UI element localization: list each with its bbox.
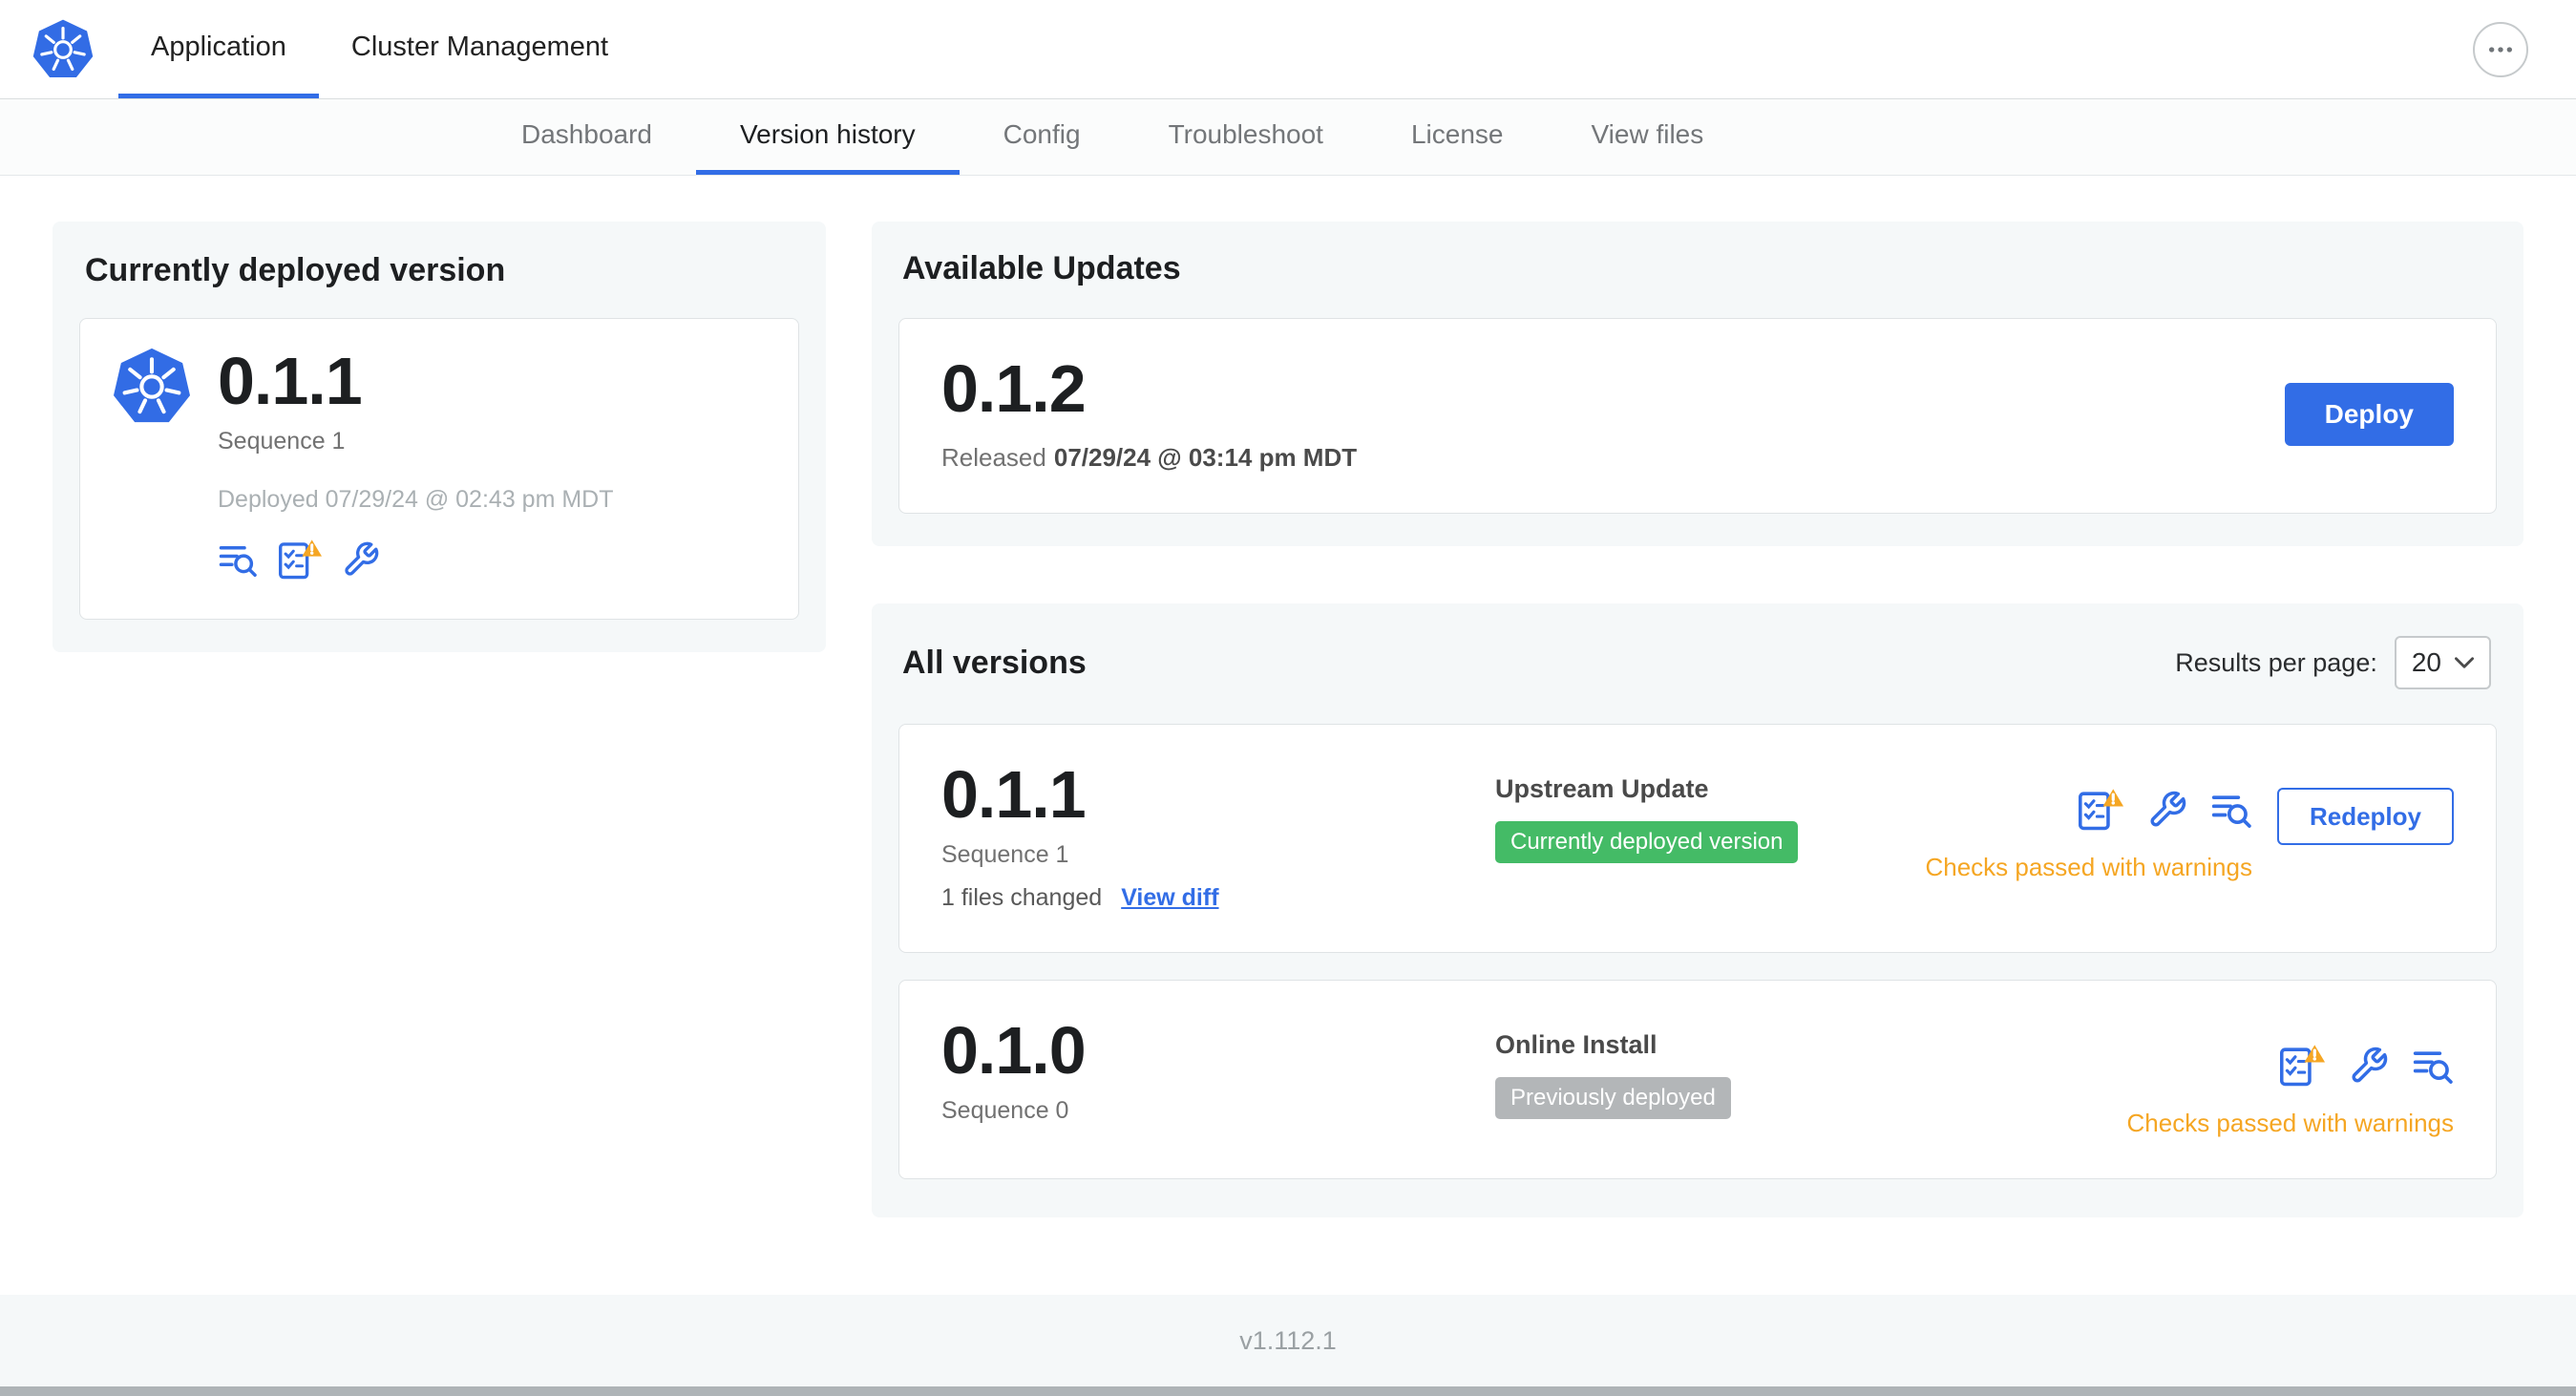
right-column: Available Updates 0.1.2 Released 07/29/24…: [872, 222, 2523, 1217]
released-date: 07/29/24 @ 03:14 pm MDT: [1053, 443, 1358, 472]
checks-status-text: Checks passed with warnings: [1925, 853, 2252, 881]
files-changed-label: 1 files changed: [941, 884, 1103, 911]
more-menu-button[interactable]: [2473, 21, 2528, 77]
results-per-page: Results per page: 20: [2175, 636, 2491, 689]
tab-license[interactable]: License: [1367, 99, 1548, 175]
version-row-info: 0.1.0 Sequence 0: [941, 1017, 1495, 1125]
tab-config[interactable]: Config: [960, 99, 1125, 175]
results-per-page-label: Results per page:: [2175, 647, 2377, 677]
tab-version-history[interactable]: Version history: [695, 99, 960, 175]
current-version-panel: Currently deployed version 0.1.1 Sequenc…: [53, 222, 826, 652]
version-row-source: Upstream Update Currently deployed versi…: [1495, 761, 1925, 863]
console-version-label: v1.112.1: [1239, 1325, 1337, 1355]
version-row-source: Online Install Previously deployed: [1495, 1017, 2127, 1119]
status-badge: Currently deployed version: [1495, 821, 1799, 863]
footer: v1.112.1: [0, 1295, 2576, 1396]
top-navbar: Application Cluster Management: [0, 0, 2576, 99]
tab-dashboard[interactable]: Dashboard: [477, 99, 696, 175]
topbar-right: [2473, 0, 2528, 98]
current-version-card: 0.1.1 Sequence 1 Deployed 07/29/24 @ 02:…: [79, 318, 799, 620]
version-row: 0.1.0 Sequence 0 Online Install Previous…: [898, 980, 2497, 1179]
released-label: Released: [941, 443, 1046, 472]
tab-troubleshoot[interactable]: Troubleshoot: [1125, 99, 1367, 175]
version-row: 0.1.1 Sequence 1 1 files changed View di…: [898, 724, 2497, 953]
deployed-timestamp: Deployed 07/29/24 @ 02:43 pm MDT: [218, 486, 614, 513]
diff-logs-icon[interactable]: [218, 539, 258, 580]
tab-application[interactable]: Application: [118, 0, 319, 98]
all-versions-panel: All versions Results per page: 20 0.1.1 …: [872, 603, 2523, 1217]
chevron-down-icon: [2455, 657, 2474, 668]
kubernetes-logo-icon: [113, 348, 191, 426]
diff-logs-icon[interactable]: [2210, 789, 2252, 831]
current-version-sequence: Sequence 1: [218, 428, 346, 455]
preflight-checklist-warning-icon[interactable]: [2077, 788, 2124, 832]
redeploy-button[interactable]: Redeploy: [2276, 788, 2454, 845]
current-version-title: Currently deployed version: [85, 252, 506, 288]
row-version-number: 0.1.0: [941, 1013, 1087, 1088]
row-sequence: Sequence 1: [941, 841, 1069, 868]
bottom-edge-strip: [0, 1386, 2576, 1396]
available-updates-title: Available Updates: [902, 250, 1181, 286]
row-version-number: 0.1.1: [941, 757, 1087, 832]
results-per-page-select[interactable]: 20: [2394, 636, 2491, 689]
current-version-actions: [218, 539, 766, 581]
all-versions-header: All versions Results per page: 20: [902, 636, 2491, 689]
deploy-button[interactable]: Deploy: [2284, 382, 2454, 446]
preflight-checklist-warning-icon[interactable]: [2278, 1044, 2326, 1088]
config-tools-icon[interactable]: [2349, 1046, 2389, 1086]
ellipsis-icon: [2487, 46, 2514, 53]
top-nav-tabs: Application Cluster Management: [118, 0, 641, 98]
kubernetes-logo-icon: [32, 0, 94, 98]
source-label: Upstream Update: [1495, 774, 1709, 803]
source-label: Online Install: [1495, 1030, 1658, 1059]
view-diff-link[interactable]: View diff: [1121, 884, 1218, 912]
all-versions-title: All versions: [902, 644, 1087, 681]
main-content: Currently deployed version 0.1.1 Sequenc…: [0, 176, 2576, 1295]
config-tools-icon[interactable]: [2147, 790, 2187, 830]
status-badge: Previously deployed: [1495, 1077, 1731, 1119]
app-subnav: Dashboard Version history Config Trouble…: [0, 99, 2576, 176]
checks-status-text: Checks passed with warnings: [2126, 1109, 2455, 1137]
row-sequence: Sequence 0: [941, 1097, 1069, 1124]
version-row-actions: Checks passed with warnings Redeploy: [1925, 788, 2454, 882]
update-card: 0.1.2 Released 07/29/24 @ 03:14 pm MDT De…: [898, 318, 2497, 514]
version-row-info: 0.1.1 Sequence 1 1 files changed View di…: [941, 761, 1495, 912]
tab-cluster-management[interactable]: Cluster Management: [319, 0, 641, 98]
released-timestamp: Released 07/29/24 @ 03:14 pm MDT: [941, 443, 1357, 473]
tab-view-files[interactable]: View files: [1547, 99, 1747, 175]
update-version-number: 0.1.2: [941, 351, 1087, 426]
diff-logs-icon[interactable]: [2412, 1045, 2454, 1087]
current-version-number: 0.1.1: [218, 344, 363, 418]
config-tools-icon[interactable]: [342, 540, 380, 579]
version-row-actions: Checks passed with warnings: [2126, 1044, 2455, 1138]
preflight-checklist-warning-icon[interactable]: [277, 539, 323, 581]
results-per-page-value: 20: [2411, 647, 2441, 677]
available-updates-panel: Available Updates 0.1.2 Released 07/29/24…: [872, 222, 2523, 546]
